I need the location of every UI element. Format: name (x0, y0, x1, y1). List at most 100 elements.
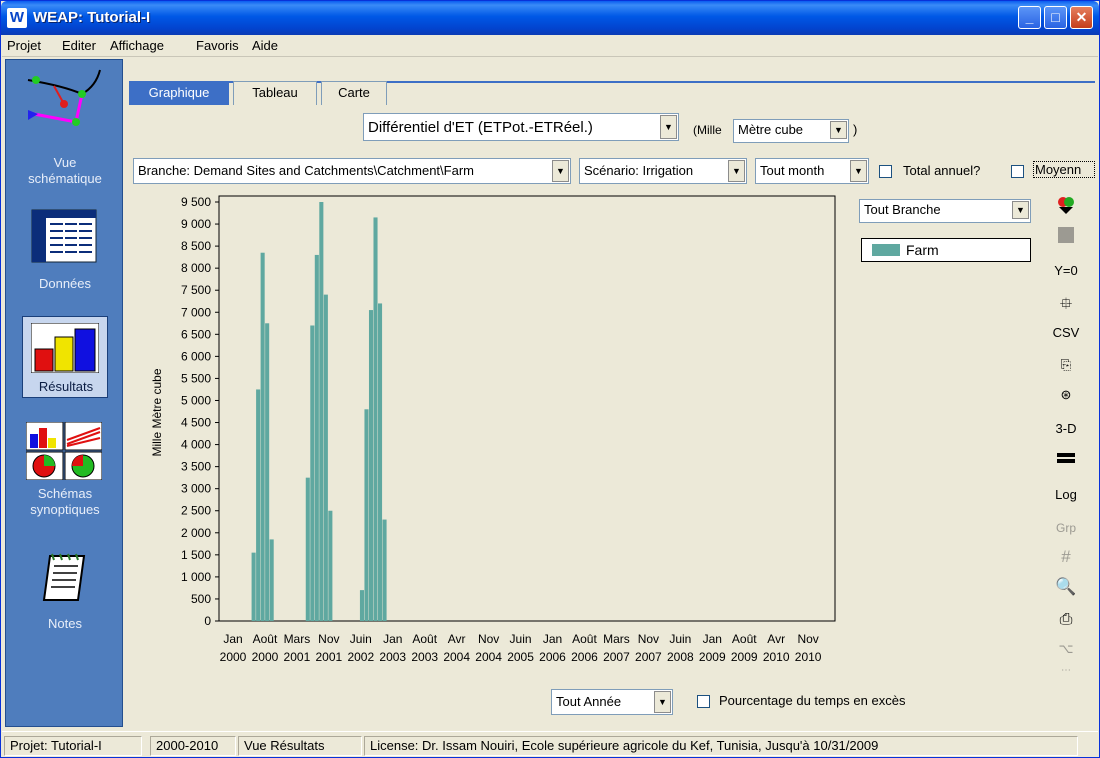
unit-prefix: (Mille (693, 123, 722, 137)
y-tick-label: 4 500 (181, 416, 211, 430)
view-overviews-button[interactable]: Schémas synoptiques (6, 418, 124, 538)
more-icon[interactable]: ⋯ (1051, 665, 1081, 676)
grp-button[interactable]: Grp (1051, 521, 1081, 535)
print-icon[interactable]: ⎙ (1051, 611, 1081, 629)
app-window: W WEAP: Tutorial-I _ □ ✕ Projet Editer A… (0, 0, 1100, 758)
grid-icon[interactable]: # (1051, 547, 1081, 567)
average-label: Moyenn (1033, 161, 1095, 178)
menu-projet[interactable]: Projet (7, 38, 41, 53)
data-table-icon (31, 209, 97, 263)
csv-button[interactable]: CSV (1051, 325, 1081, 340)
x-tick-label-year: 2004 (475, 650, 502, 664)
chart-bar (323, 294, 328, 621)
maximize-button[interactable]: □ (1044, 6, 1067, 29)
x-tick-label-year: 2010 (763, 650, 790, 664)
y-tick-label: 1 000 (181, 570, 211, 584)
legend-swatch (872, 244, 900, 256)
annual-total-checkbox[interactable] (879, 165, 892, 178)
view-schematic-button[interactable]: Vue schématique (6, 60, 124, 190)
annual-total-label: Total annuel? (903, 163, 981, 178)
average-checkbox[interactable] (1011, 165, 1024, 178)
title-bar[interactable]: W WEAP: Tutorial-I _ □ ✕ (1, 1, 1099, 35)
chart-bar (269, 539, 274, 621)
view-notes-button[interactable]: Notes (6, 548, 124, 648)
tab-tableau[interactable]: Tableau (233, 81, 317, 105)
exceedance-label: Pourcentage du temps en excès (719, 693, 906, 708)
y-tick-label: 4 000 (181, 438, 211, 452)
y-tick-label: 9 500 (181, 195, 211, 209)
disc-icon[interactable]: ⊛ (1051, 387, 1081, 403)
stack-icon[interactable]: ⯐ (1051, 293, 1081, 320)
color-icon[interactable] (1051, 195, 1081, 218)
y-tick-label: 6 000 (181, 349, 211, 363)
view-data-button[interactable]: Données (6, 200, 124, 300)
minimize-button[interactable]: _ (1018, 6, 1041, 29)
chart-bar (310, 325, 315, 621)
variable-select[interactable]: Différentiel d'ET (ETPot.-ETRéel.) ▼ (363, 113, 679, 141)
month-select[interactable]: Tout month ▼ (755, 158, 869, 184)
log-button[interactable]: Log (1051, 487, 1081, 502)
app-icon: W (7, 8, 27, 28)
chart-bar (256, 389, 261, 621)
x-tick-label-month: Jan (543, 632, 562, 646)
y-zero-button[interactable]: Y=0 (1051, 263, 1081, 278)
x-tick-label-month: Août (253, 632, 278, 646)
view-results-button[interactable]: Résultats (22, 316, 108, 398)
scenario-select-value: Scénario: Irrigation (584, 163, 694, 178)
x-tick-label-year: 2007 (603, 650, 630, 664)
chart-bar (382, 519, 387, 621)
x-tick-label-year: 2002 (347, 650, 374, 664)
menu-aide[interactable]: Aide (252, 38, 278, 53)
zoom-icon[interactable]: 🔍 (1051, 577, 1081, 597)
x-tick-label-month: Juin (510, 632, 532, 646)
chart-bar (364, 409, 369, 621)
close-button[interactable]: ✕ (1070, 6, 1093, 29)
exceedance-checkbox[interactable] (697, 695, 710, 708)
x-tick-label-month: Mars (284, 632, 311, 646)
y-axis-label: Mille Mètre cube (150, 368, 164, 456)
chevron-down-icon[interactable]: ▼ (552, 160, 569, 182)
chevron-down-icon[interactable]: ▼ (728, 160, 745, 182)
chart-bar (378, 303, 383, 621)
view-bar: Vue schématique Données Résultats Schéma… (5, 59, 123, 727)
year-select-value: Tout Année (556, 694, 622, 709)
x-tick-label-month: Jan (703, 632, 722, 646)
legend-branch-select[interactable]: Tout Branche ▼ (859, 199, 1031, 223)
x-tick-label-month: Jan (223, 632, 242, 646)
chevron-down-icon[interactable]: ▼ (830, 121, 847, 139)
x-tick-label-month: Nov (797, 632, 818, 646)
y-tick-label: 500 (191, 592, 211, 606)
branch-select[interactable]: Branche: Demand Sites and Catchments\Cat… (133, 158, 571, 184)
3d-button[interactable]: 3-D (1051, 421, 1081, 436)
line-style-icon[interactable] (1051, 451, 1081, 466)
chevron-down-icon[interactable]: ▼ (850, 160, 867, 182)
x-tick-label-year: 2009 (731, 650, 758, 664)
copy-icon[interactable]: ⎘ (1051, 357, 1081, 373)
scenario-select[interactable]: Scénario: Irrigation ▼ (579, 158, 747, 184)
chevron-down-icon[interactable]: ▼ (1012, 201, 1029, 219)
results-chart: 9 500 9 000 8 500 8 000 7 500 7 000 6 500 6 000… (150, 195, 836, 664)
x-tick-label-year: 2006 (571, 650, 598, 664)
unit-select[interactable]: Mètre cube ▼ (733, 119, 849, 143)
menu-favoris[interactable]: Favoris (196, 38, 239, 53)
chevron-down-icon[interactable]: ▼ (660, 115, 677, 139)
chevron-down-icon[interactable]: ▼ (654, 691, 671, 713)
menu-editer[interactable]: Editer (62, 38, 96, 53)
y-tick-label: 3 500 (181, 460, 211, 474)
tab-carte[interactable]: Carte (321, 81, 387, 105)
x-tick-label-month: Juin (669, 632, 691, 646)
menu-bar: Projet Editer Affichage Favoris Aide (2, 35, 1098, 57)
year-select[interactable]: Tout Année ▼ (551, 689, 673, 715)
menu-affichage[interactable]: Affichage (110, 38, 164, 53)
month-select-value: Tout month (760, 163, 825, 178)
x-tick-label-year: 2006 (539, 650, 566, 664)
chart-bar (359, 590, 365, 621)
tab-graphique[interactable]: Graphique (129, 81, 229, 105)
chart-bar (314, 254, 319, 621)
x-tick-label-year: 2008 (667, 650, 694, 664)
square-icon[interactable] (1051, 227, 1081, 246)
x-tick-label-year: 2003 (379, 650, 406, 664)
status-view: Vue Résultats (238, 736, 362, 756)
broom-icon[interactable]: ⌥ (1051, 641, 1081, 657)
chart-bar (328, 510, 333, 621)
